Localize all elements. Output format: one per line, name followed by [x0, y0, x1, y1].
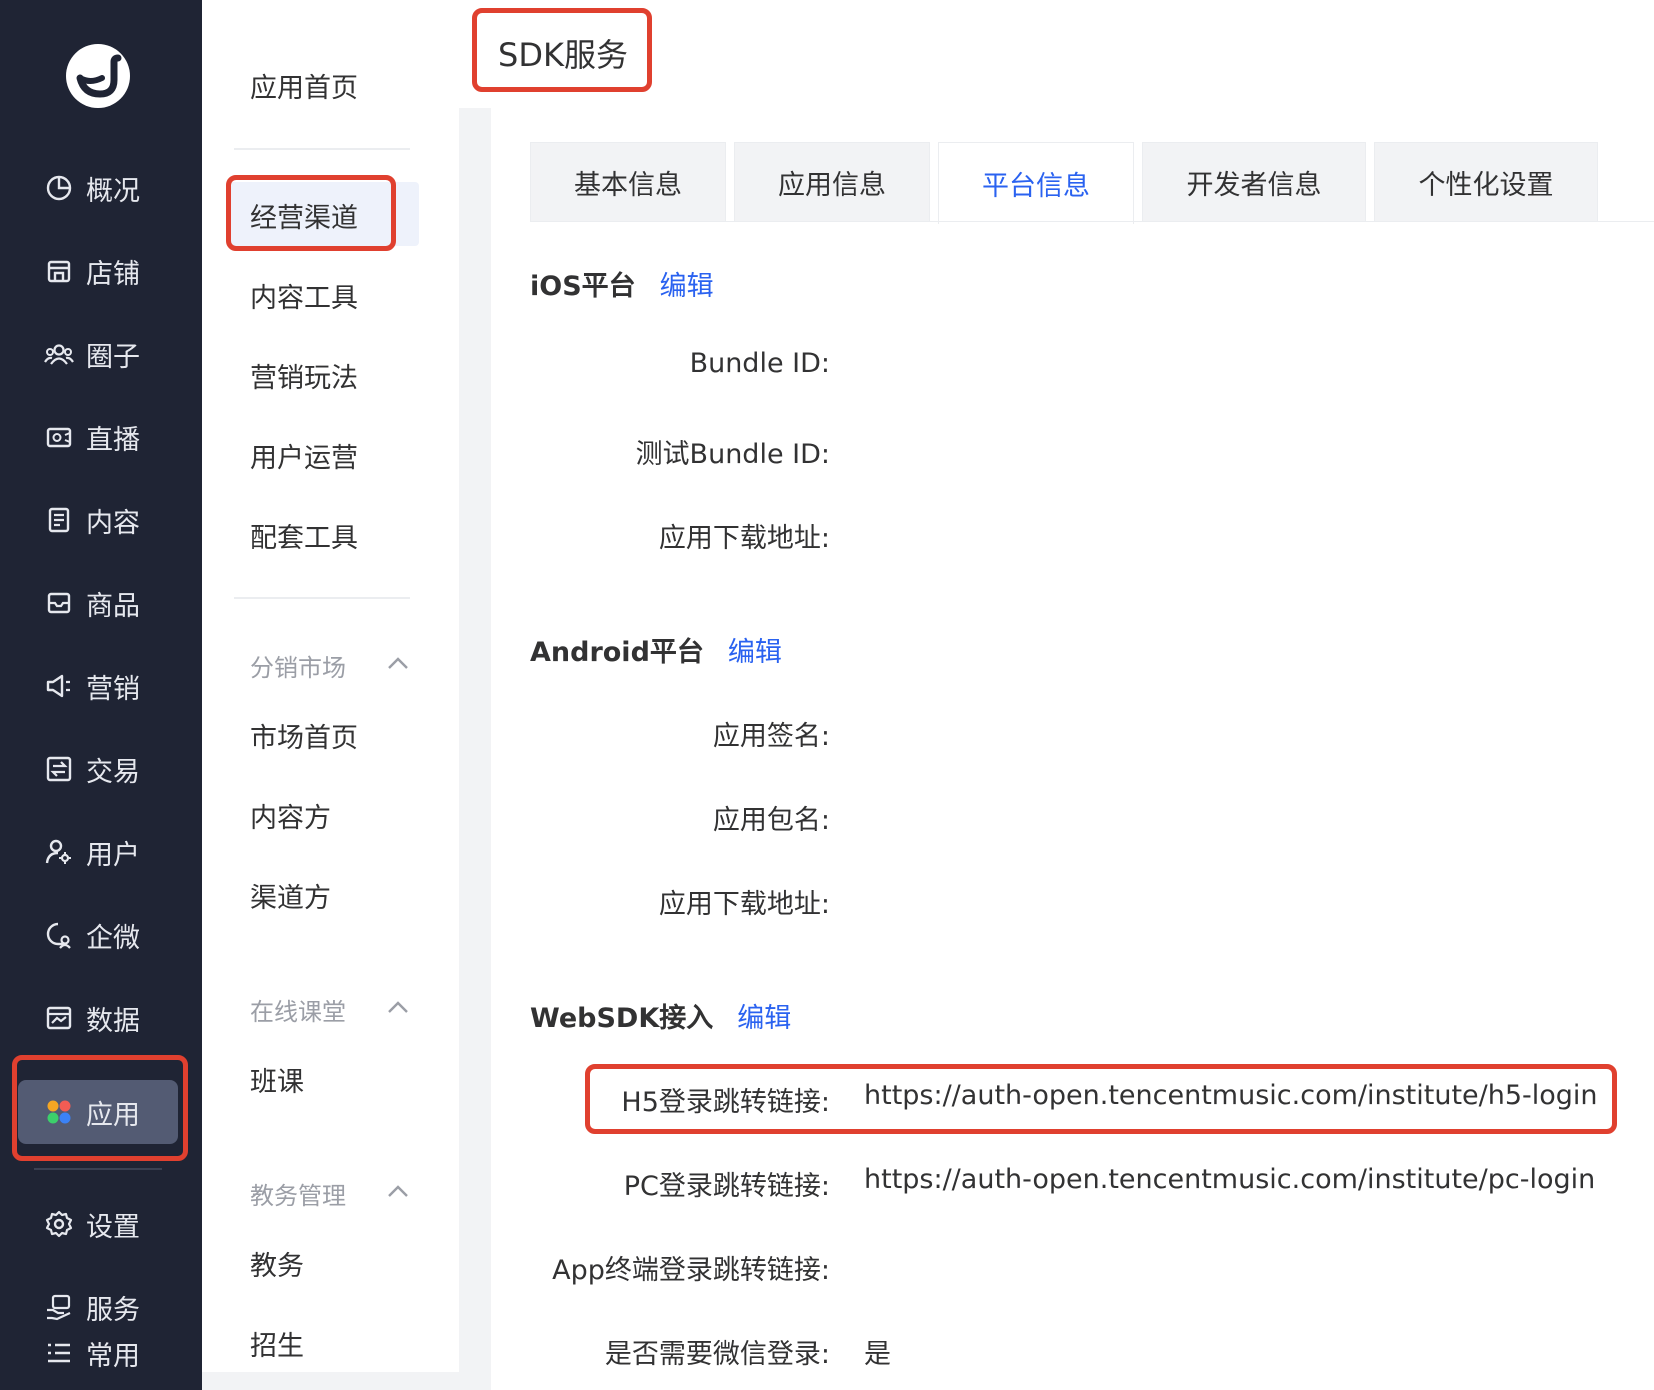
rail-item-label: 营销 [86, 673, 140, 705]
live-camera-icon [44, 422, 74, 452]
tab-basic-info[interactable]: 基本信息 [530, 142, 726, 222]
rail-item-content[interactable]: 内容 [44, 497, 140, 543]
edit-link-android[interactable]: 编辑 [728, 637, 782, 668]
tab-platform-info[interactable]: 平台信息 [938, 142, 1134, 224]
group-icon [44, 339, 74, 369]
submenu-item-user-ops[interactable]: 用户运营 [250, 436, 358, 475]
rail-item-users[interactable]: 用户 [44, 829, 140, 875]
primary-sidebar: 概况 店铺 圈子 直播 内容 商品 营销 交易 用户 企微 数据 应用 设置 服… [0, 0, 202, 1390]
rail-item-label: 直播 [86, 424, 140, 456]
megaphone-icon [44, 671, 74, 701]
chevron-up-icon[interactable] [387, 1184, 409, 1198]
rail-item-settings[interactable]: 设置 [44, 1201, 140, 1247]
rail-item-circle[interactable]: 圈子 [44, 331, 140, 377]
submenu-item-enrollment[interactable]: 招生 [250, 1324, 304, 1363]
submenu-group-distribution[interactable]: 分销市场 [250, 648, 346, 683]
submenu-item-marketing-play[interactable]: 营销玩法 [250, 356, 358, 395]
data-panel-icon [44, 1003, 74, 1033]
field-label-package-name: 应用包名: [712, 805, 830, 836]
highlight-box-apps [12, 1055, 188, 1161]
chevron-up-icon[interactable] [387, 1000, 409, 1014]
section-title-text: WebSDK接入 [530, 1003, 714, 1034]
rail-item-label: 圈子 [86, 341, 140, 373]
tab-personalization[interactable]: 个性化设置 [1374, 142, 1598, 222]
field-label-ios-download-url: 应用下载地址: [658, 523, 830, 554]
rail-item-label: 设置 [86, 1211, 140, 1243]
rail-item-label: 交易 [86, 756, 140, 788]
secondary-sidebar: 应用首页 经营渠道 内容工具 营销玩法 用户运营 配套工具 分销市场 市场首页 … [202, 0, 459, 1390]
inbox-icon [44, 588, 74, 618]
tab-developer-info[interactable]: 开发者信息 [1142, 142, 1366, 222]
list-icon [44, 1338, 74, 1368]
app-logo[interactable] [66, 44, 130, 108]
submenu-item-content-tools[interactable]: 内容工具 [250, 276, 358, 315]
highlight-box-h5-login [585, 1064, 1617, 1134]
rail-item-service[interactable]: 服务 [44, 1284, 140, 1330]
field-value-wechat-login: 是 [864, 1339, 891, 1370]
service-hand-icon [44, 1292, 74, 1322]
submenu-item-class[interactable]: 班课 [250, 1060, 304, 1099]
rail-item-label: 数据 [86, 1005, 140, 1037]
field-value-pc-login-url: https://auth-open.tencentmusic.com/insti… [864, 1164, 1596, 1195]
submenu-divider [234, 148, 410, 150]
submenu-item-channel-side[interactable]: 渠道方 [250, 876, 331, 915]
submenu-item-support-tools[interactable]: 配套工具 [250, 516, 358, 555]
content-gutter [459, 108, 491, 1390]
submenu-item-market-home[interactable]: 市场首页 [250, 716, 358, 755]
rail-item-store[interactable]: 店铺 [44, 248, 140, 294]
exchange-icon [44, 754, 74, 784]
section-title-android: Android平台 编辑 [530, 630, 782, 669]
field-label-app-signature: 应用签名: [712, 721, 830, 752]
rail-item-data[interactable]: 数据 [44, 995, 140, 1041]
submenu-item-app-home[interactable]: 应用首页 [250, 66, 358, 105]
rail-item-label: 用户 [86, 839, 140, 871]
gear-icon [44, 1209, 74, 1239]
submenu-item-content-side[interactable]: 内容方 [250, 796, 331, 835]
rail-item-label: 服务 [86, 1294, 140, 1326]
rail-item-goods[interactable]: 商品 [44, 580, 140, 626]
rail-item-overview[interactable]: 概况 [44, 165, 140, 211]
section-title-text: iOS平台 [530, 271, 636, 302]
rail-item-marketing[interactable]: 营销 [44, 663, 140, 709]
pie-chart-icon [44, 173, 74, 203]
user-settings-icon [44, 837, 74, 867]
wecom-icon [44, 920, 74, 950]
submenu-group-academic[interactable]: 教务管理 [250, 1176, 346, 1211]
rail-item-wecom[interactable]: 企微 [44, 912, 140, 958]
submenu-bottom-edge [202, 1372, 459, 1390]
tab-app-info[interactable]: 应用信息 [734, 142, 930, 222]
section-title-ios: iOS平台 编辑 [530, 264, 714, 303]
field-label-test-bundle-id: 测试Bundle ID: [635, 439, 830, 470]
section-title-text: Android平台 [530, 637, 704, 668]
rail-item-trade[interactable]: 交易 [44, 746, 140, 792]
section-title-websdk: WebSDK接入 编辑 [530, 996, 791, 1035]
field-label-app-login-url: App终端登录跳转链接: [552, 1255, 830, 1286]
submenu-group-online-class[interactable]: 在线课堂 [250, 992, 346, 1027]
document-icon [44, 505, 74, 535]
field-label-android-download-url: 应用下载地址: [658, 889, 830, 920]
rail-item-label: 店铺 [86, 258, 140, 290]
field-label-wechat-login: 是否需要微信登录: [604, 1339, 830, 1370]
edit-link-websdk[interactable]: 编辑 [737, 1003, 791, 1034]
store-icon [44, 256, 74, 286]
rail-item-label: 商品 [86, 590, 140, 622]
highlight-box-title [472, 8, 652, 92]
submenu-item-academic-affairs[interactable]: 教务 [250, 1244, 304, 1283]
field-label-pc-login-url: PC登录跳转链接: [623, 1171, 830, 1202]
submenu-divider [234, 597, 410, 599]
highlight-box-channels [226, 175, 396, 251]
rail-item-label: 概况 [86, 175, 140, 207]
rail-item-label: 内容 [86, 507, 140, 539]
edit-link-ios[interactable]: 编辑 [660, 271, 714, 302]
rail-item-label: 企微 [86, 922, 140, 954]
rail-divider [34, 1168, 162, 1170]
tab-underline [530, 221, 1654, 222]
rail-item-common[interactable]: 常用 [44, 1330, 140, 1376]
rail-item-live[interactable]: 直播 [44, 414, 140, 460]
chevron-up-icon[interactable] [387, 656, 409, 670]
rail-item-label: 常用 [86, 1340, 140, 1372]
field-label-bundle-id: Bundle ID: [689, 348, 830, 379]
